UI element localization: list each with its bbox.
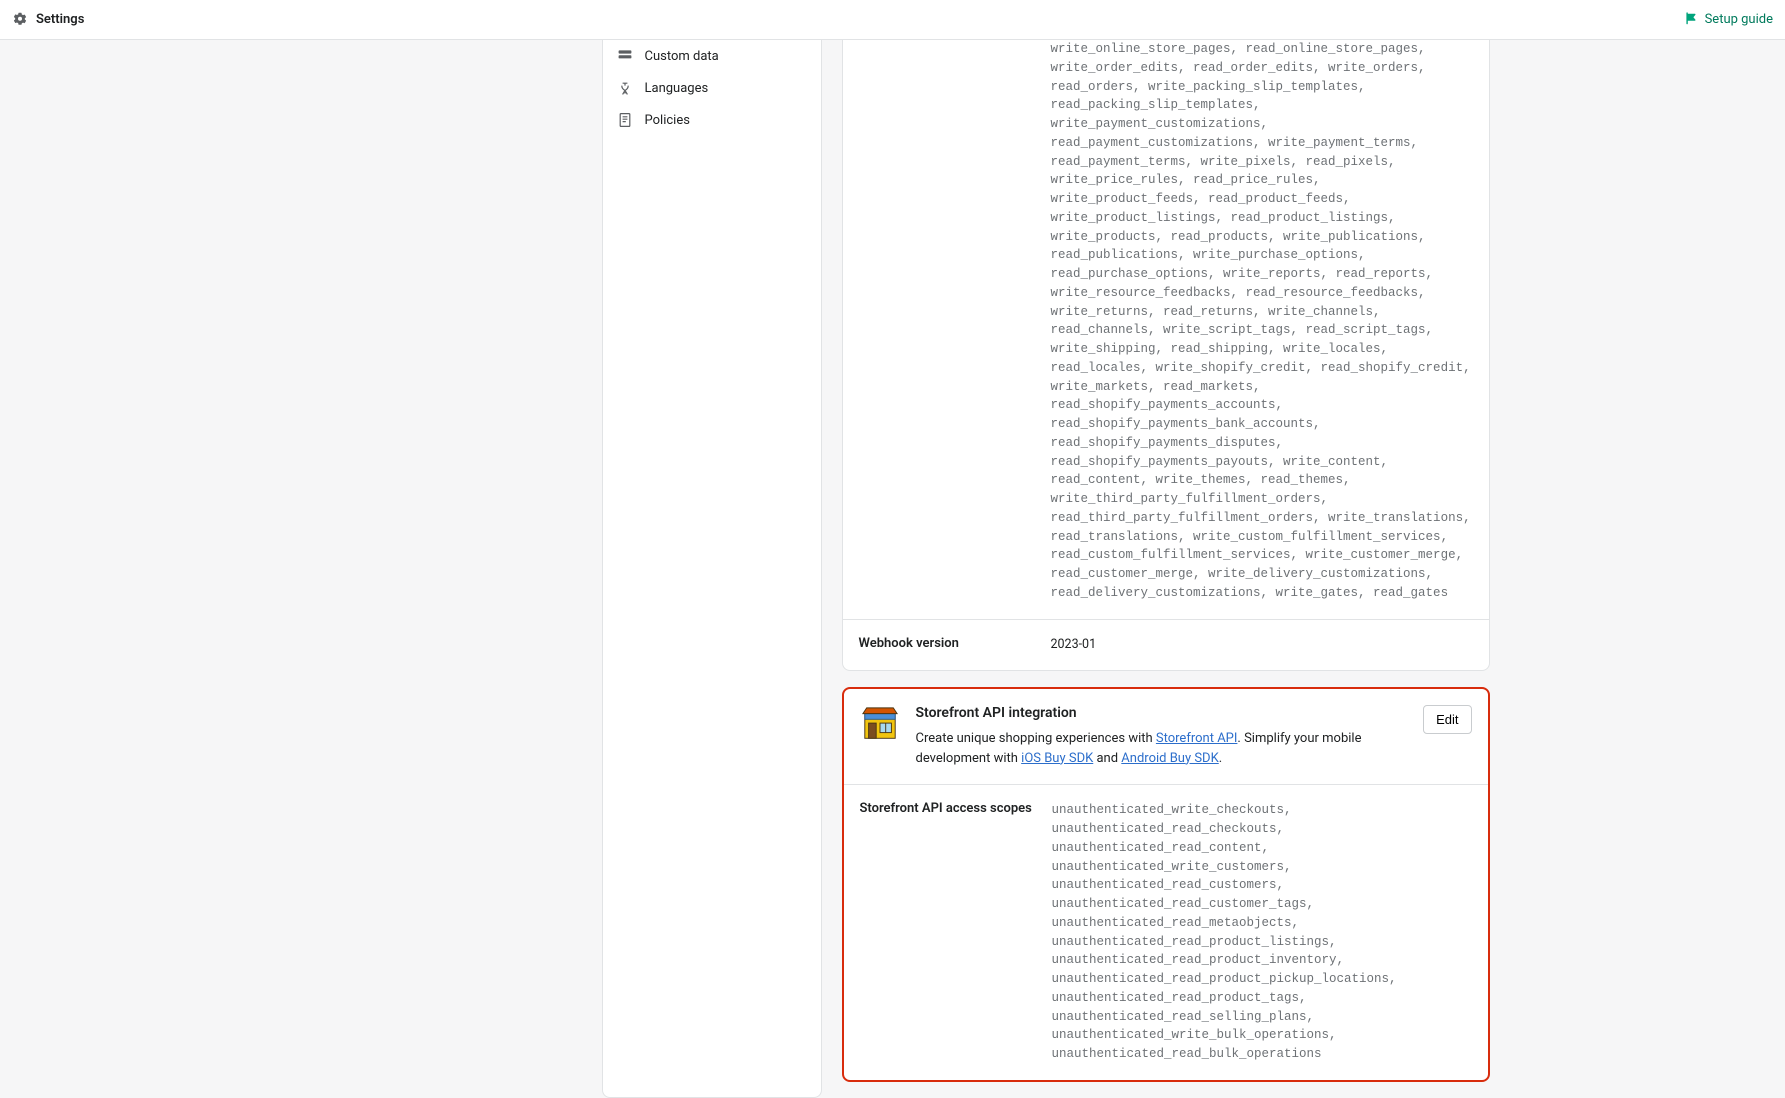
topbar-left: Settings [12,12,84,28]
webhook-row: Webhook version 2023-01 [843,619,1489,671]
webhook-value: 2023-01 [1051,636,1473,655]
languages-icon [617,80,633,96]
sidebar-item-label: Policies [645,113,690,128]
edit-button[interactable]: Edit [1423,705,1471,734]
admin-scopes-value: write_online_store_pages, read_online_st… [1051,40,1473,603]
storefront-scopes-value: unauthenticated_write_checkouts, unauthe… [1052,801,1472,1064]
policies-icon [617,112,633,128]
topbar: Settings Setup guide [0,0,1785,40]
webhook-label: Webhook version [859,636,1035,655]
sidebar-item-custom-data[interactable]: Custom data [603,40,821,72]
storefront-api-link[interactable]: Storefront API [1156,731,1238,746]
sidebar-nav: Custom data Languages Policies [602,40,822,1098]
admin-scopes-label [859,40,1035,603]
storefront-api-card: Storefront API integration Create unique… [842,687,1490,1082]
storefront-header-body: Storefront API integration Create unique… [916,705,1408,768]
page-title: Settings [36,12,84,27]
admin-api-card: write_online_store_pages, read_online_st… [842,40,1490,671]
desc-text: Create unique shopping experiences with [916,731,1156,746]
desc-text: and [1093,751,1121,766]
storefront-scopes-label: Storefront API access scopes [860,801,1036,1064]
desc-text: . [1219,751,1222,766]
android-buy-sdk-link[interactable]: Android Buy SDK [1121,751,1218,766]
setup-guide-link[interactable]: Setup guide [1685,11,1773,29]
storefront-header-section: Storefront API integration Create unique… [844,689,1488,784]
gear-icon [12,12,28,28]
main-layout: Custom data Languages Policies write_onl… [0,40,1785,1098]
ios-buy-sdk-link[interactable]: iOS Buy SDK [1021,751,1093,766]
custom-data-icon [617,48,633,64]
sidebar-item-label: Languages [645,81,709,96]
storefront-icon [860,705,900,745]
setup-guide-label: Setup guide [1705,12,1773,27]
storefront-description: Create unique shopping experiences with … [916,729,1408,768]
flag-icon [1685,11,1699,29]
sidebar-item-policies[interactable]: Policies [603,104,821,136]
sidebar-item-languages[interactable]: Languages [603,72,821,104]
storefront-title: Storefront API integration [916,705,1408,721]
sidebar-item-label: Custom data [645,49,719,64]
admin-scopes-row: write_online_store_pages, read_online_st… [843,40,1489,619]
storefront-scopes-section: Storefront API access scopes unauthentic… [844,784,1488,1080]
content-area: write_online_store_pages, read_online_st… [842,40,1510,1098]
